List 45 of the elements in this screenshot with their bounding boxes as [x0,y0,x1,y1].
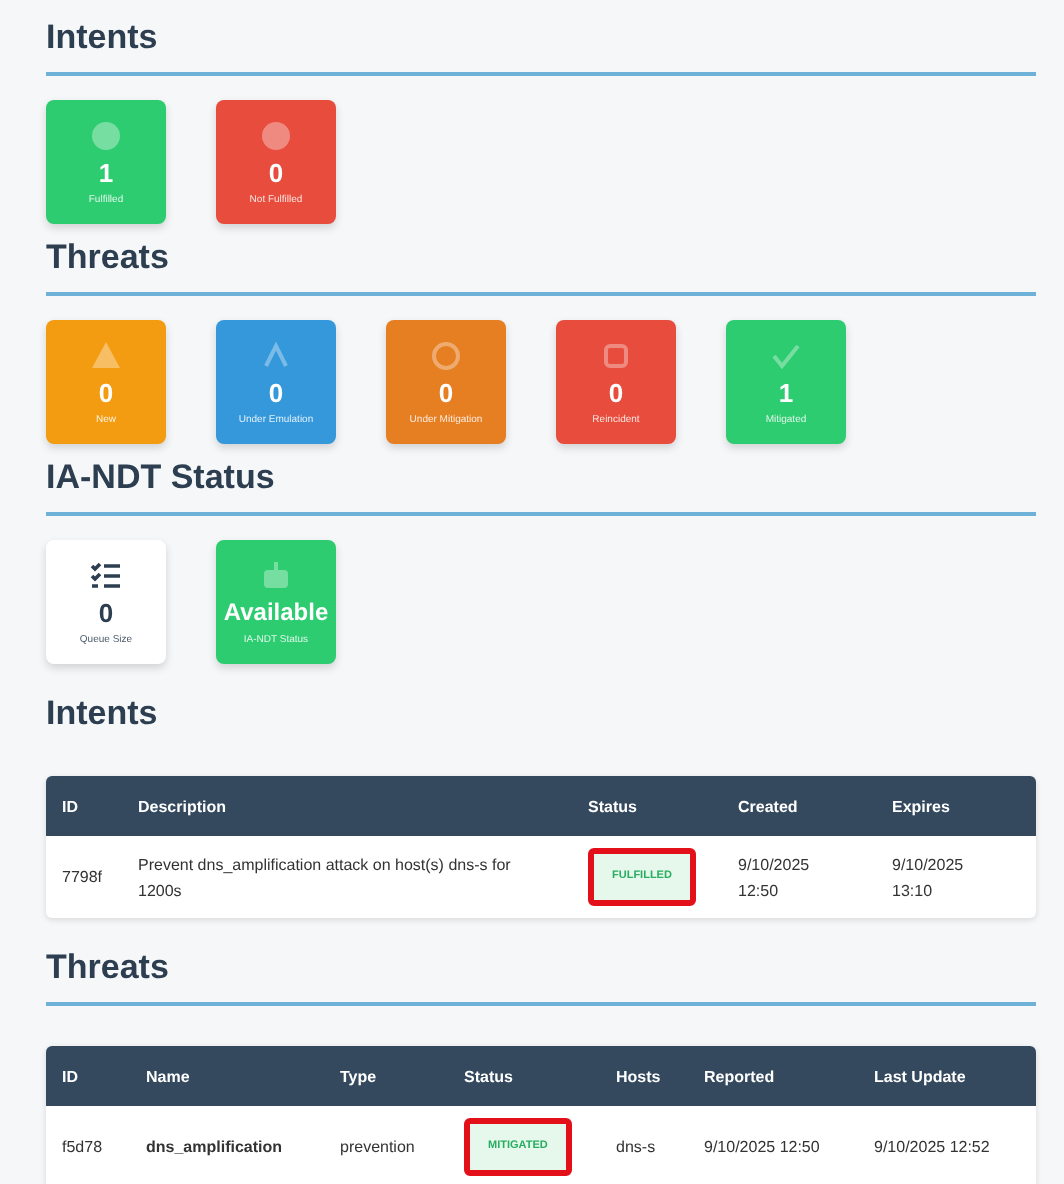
table-cell-text: 9/10/2025 12:52 [872,1136,992,1160]
stat-value: 0 [608,378,624,408]
section-title: Intents [46,16,1036,76]
card-icon [260,120,292,152]
section-title: Intents [46,692,160,736]
stat-value: 0 [268,158,284,188]
stat-value: Available [223,598,329,628]
column-header: Name [144,1067,192,1085]
table-cell-text: 7798f [60,866,105,890]
column-header: Reported [702,1067,777,1085]
column-header: Type [338,1067,379,1085]
card-icon [600,340,632,372]
column-header: ID [60,1067,80,1085]
stat-value: 0 [98,378,114,408]
stat-value: 1 [98,158,114,188]
card-icon [260,560,292,592]
card-icon [430,340,462,372]
stat-value: 0 [98,598,114,628]
column-header: ID [60,797,80,815]
section-title: Threats [46,236,1036,296]
column-header: Expires [890,797,952,815]
table-cell-text: dns-s [614,1136,658,1160]
table-cell-text: dns_amplification [144,1136,285,1160]
table-cell-text: 9/10/2025 12:50 [736,853,812,903]
stat-value: 0 [438,378,454,408]
table-cell-text: f5d78 [60,1136,105,1160]
card-icon [770,340,802,372]
column-header: Hosts [614,1067,663,1085]
table-cell-text: prevention [338,1136,417,1160]
card-icon [260,340,292,372]
list-check-icon [90,560,122,592]
table-cell-text: Prevent dns_amplification attack on host(s) dns-s for 1200s [136,853,513,903]
column-header: Description [136,797,229,815]
card-icon [90,120,122,152]
stat-value: 0 [268,378,284,408]
section-title: IA-NDT Status [46,456,1036,516]
table-cell-text: 9/10/2025 13:10 [890,853,966,903]
section-title: Threats [46,946,1036,1006]
column-header: Status [462,1067,515,1085]
card-icon [90,340,122,372]
table-cell-text: 9/10/2025 12:50 [702,1136,822,1160]
stat-value: 1 [778,378,794,408]
column-header: Last Update [872,1067,968,1085]
column-header: Created [736,797,800,815]
column-header: Status [586,797,639,815]
